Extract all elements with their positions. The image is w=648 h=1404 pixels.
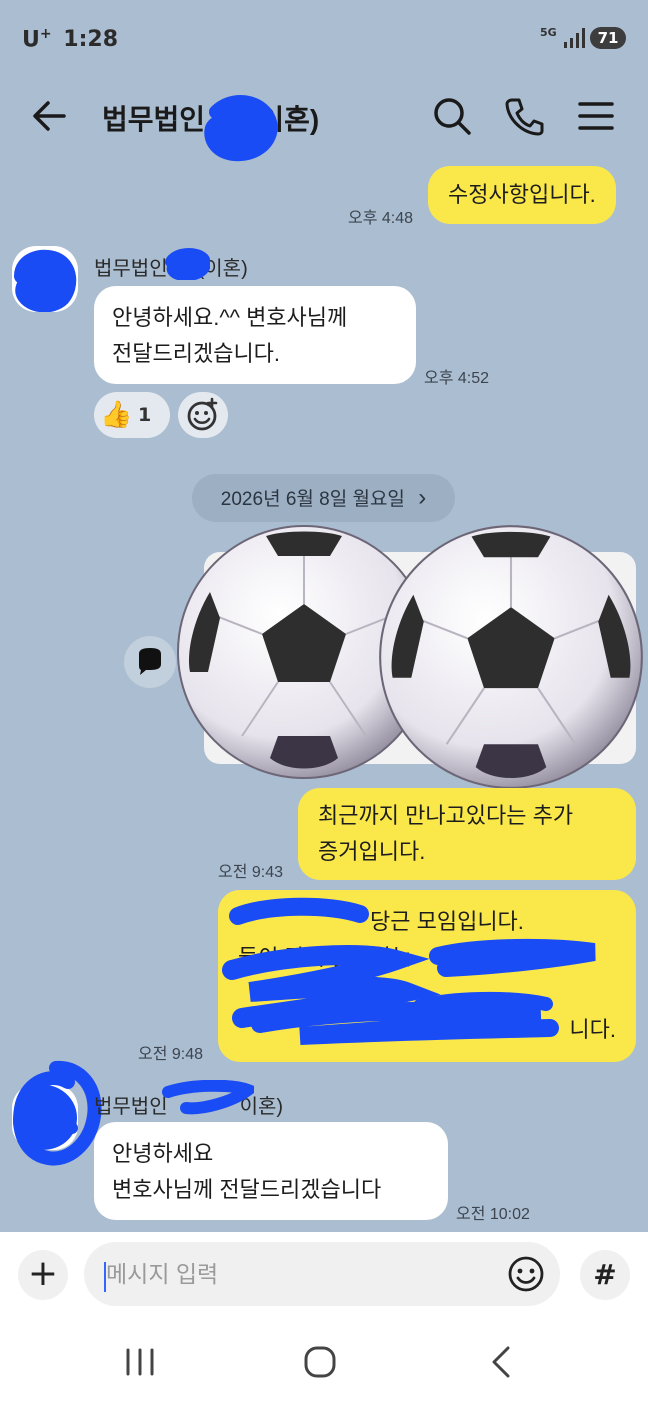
message-bubble-mine[interactable]: 최근까지 만나고있다는 추가 증거입니다. [298,788,636,880]
carrier-name: U [22,27,40,53]
redaction-scribble [14,249,77,312]
message-line: 당근 모임입니다. [370,909,524,934]
recent-apps-icon[interactable] [118,1340,162,1384]
message-composer: + # [0,1232,648,1318]
message-line: 변호사님께 전달드리겠습니다 [112,1177,382,1202]
avatar[interactable] [12,1084,78,1150]
message-line: 전달드리겠습니다. [112,341,281,366]
carrier-sup: + [39,26,52,42]
back-nav-icon[interactable] [480,1340,524,1384]
message-line: 증거입니다. [318,839,426,864]
message-time: 오후 4:48 [348,210,414,227]
home-icon[interactable] [298,1340,342,1384]
message-time: 오전 10:02 [456,1206,530,1223]
message-time: 오전 9:48 [138,1046,204,1063]
sender-name-suffix: (이혼) [197,258,248,280]
chat-title-suffix: (이혼) [249,104,320,135]
soccer-ball-icon [379,525,643,789]
reaction-count: 1 [138,404,152,426]
status-bar: U+ 1:28 5G 71 [0,0,648,78]
avatar[interactable] [12,246,78,312]
network-type: 5G [540,26,557,39]
redaction-scribble [13,1084,78,1150]
reaction-chip[interactable]: 👍 1 [94,392,170,438]
hamburger-menu-icon[interactable] [574,94,618,138]
thumbs-up-icon: 👍 [100,400,133,430]
date-divider-text: 2026년 6월 8일 월요일 [220,489,405,510]
search-icon[interactable] [430,94,474,138]
arrow-left-icon[interactable] [28,94,72,138]
add-reaction-button[interactable] [178,392,228,438]
message-time: 오전 9:43 [218,864,284,881]
sender-name: 법무법인 (이혼) [94,252,248,281]
chat-title-name: 법무법인 [102,104,206,135]
speech-bubble-icon [139,648,161,675]
sender-name-suffix: 이혼) [239,1096,284,1118]
hashtag-button[interactable]: # [580,1250,630,1300]
phone-icon[interactable] [502,94,546,138]
message-bubble-theirs[interactable]: 안녕하세요.^^ 변호사님께 전달드리겠습니다. [94,286,416,384]
share-button[interactable] [124,636,176,688]
message-line [238,976,616,1012]
message-bubble-theirs[interactable]: 안녕하세요 변호사님께 전달드리겠습니다 [94,1122,448,1220]
message-input[interactable] [84,1242,560,1306]
add-emoji-icon [187,397,218,431]
smiley-icon[interactable] [504,1252,548,1296]
message-line: 안녕하세요.^^ 변호사님께 [112,305,348,330]
message-line: 안녕하세요 [112,1141,214,1166]
signal-icon [564,28,585,48]
chat-header: 법무법인 (이혼) [0,78,648,162]
sender-name-text: 법무법인 [94,1096,168,1118]
sender-name: 법무법인 이혼) [94,1090,283,1119]
date-divider[interactable]: 2026년 6월 8일 월요일 › [192,474,455,522]
status-carrier-time: U+ 1:28 [22,26,118,52]
chat-title: 법무법인 (이혼) [102,98,319,138]
message-line: 최근까지 만나고있다는 추가 [318,803,574,828]
message-line: 둘이 같이 활동하는 [238,945,413,970]
sender-name-text: 법무법인 [94,258,168,280]
message-bubble-mine[interactable]: 당근 모임입니다. 둘이 같이 활동하는 니다. [218,890,636,1062]
system-nav-bar [0,1318,648,1404]
message-time: 오후 4:52 [424,370,490,387]
battery-indicator: 71 [590,27,626,49]
message-bubble-mine[interactable]: 수정사항입니다. [428,166,616,224]
clock: 1:28 [63,27,119,53]
message-line: 니다. [569,1017,616,1042]
chevron-right-icon: › [418,484,427,511]
text-caret [104,1262,106,1292]
attach-plus-button[interactable]: + [18,1250,68,1300]
